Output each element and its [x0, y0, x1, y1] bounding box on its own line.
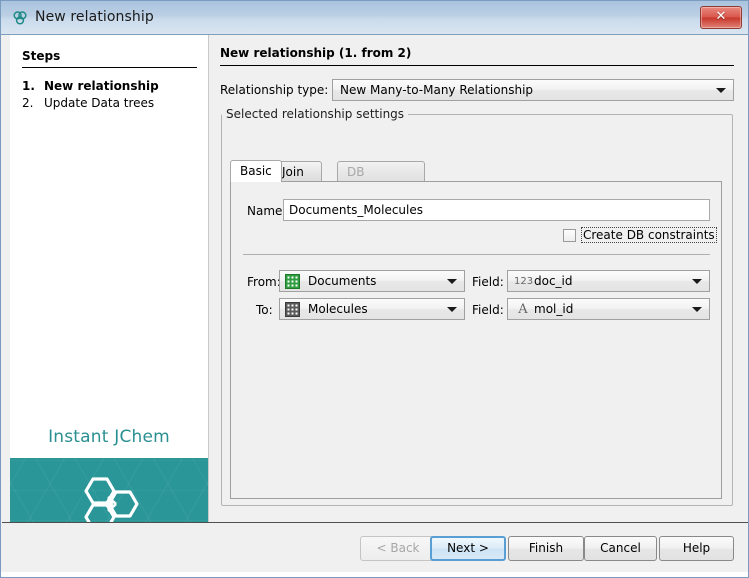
- title-bar: New relationship ✕: [1, 1, 749, 35]
- page-title-divider: [220, 65, 734, 66]
- from-table-select[interactable]: Documents: [279, 270, 465, 292]
- chevron-down-icon: [716, 88, 726, 93]
- close-icon: ✕: [701, 9, 741, 24]
- to-field-label: Field:: [472, 303, 504, 317]
- help-button[interactable]: Help: [659, 536, 734, 561]
- to-field-select[interactable]: A mol_id: [507, 298, 710, 320]
- sidebar-step-new-relationship[interactable]: 1.New relationship: [22, 79, 159, 93]
- step-number: 2.: [22, 96, 44, 110]
- dialog-content: Steps 1.New relationship 2.Update Data t…: [2, 35, 749, 522]
- from-table-value: Documents: [308, 274, 376, 288]
- from-field-label: Field:: [472, 275, 504, 289]
- window-title: New relationship: [35, 9, 154, 25]
- to-label: To:: [256, 303, 273, 317]
- steps-heading: Steps: [22, 49, 60, 63]
- steps-sidebar: Steps 1.New relationship 2.Update Data t…: [10, 35, 209, 522]
- to-table-select[interactable]: Molecules: [279, 298, 465, 320]
- to-table-value: Molecules: [308, 302, 368, 316]
- cancel-button[interactable]: Cancel: [584, 536, 657, 561]
- text-type-icon: A: [514, 302, 532, 317]
- chevron-down-icon: [692, 279, 702, 284]
- brand-name: Instant JChem: [10, 427, 208, 447]
- new-relationship-dialog: New relationship ✕ Steps 1.New relations…: [0, 0, 749, 578]
- from-field-select[interactable]: 123 doc_id: [507, 270, 710, 292]
- step-number: 1.: [22, 79, 44, 93]
- button-bar: < Back Next > Finish Cancel Help: [2, 522, 749, 578]
- create-db-constraints-checkbox[interactable]: [563, 229, 576, 242]
- step-label: Update Data trees: [44, 96, 154, 110]
- step-label: New relationship: [44, 79, 159, 93]
- steps-divider: [22, 67, 197, 68]
- create-db-constraints-label: Create DB constraints: [581, 227, 717, 243]
- name-label: Name:: [247, 204, 286, 218]
- name-input-value: Documents_Molecules: [289, 203, 423, 217]
- sidebar-step-update-data-trees[interactable]: 2.Update Data trees: [22, 96, 154, 110]
- relationship-type-select[interactable]: New Many-to-Many Relationship: [332, 79, 734, 101]
- from-label: From:: [247, 275, 281, 289]
- chevron-down-icon: [692, 307, 702, 312]
- table-icon-gray: [285, 302, 300, 317]
- close-button[interactable]: ✕: [700, 6, 742, 29]
- page-title: New relationship (1. from 2): [220, 46, 411, 60]
- back-button: < Back: [360, 536, 436, 561]
- relationship-type-value: New Many-to-Many Relationship: [340, 83, 533, 97]
- tab-db-constraints: DB Constraints: [337, 161, 425, 182]
- molecule-icon: [12, 10, 28, 26]
- chevron-down-icon: [447, 279, 457, 284]
- name-input[interactable]: Documents_Molecules: [283, 199, 710, 221]
- to-field-value: mol_id: [534, 302, 573, 316]
- finish-button[interactable]: Finish: [508, 536, 584, 561]
- footer-strip: [1, 572, 749, 577]
- chevron-down-icon: [447, 307, 457, 312]
- next-button[interactable]: Next >: [430, 536, 506, 561]
- group-title: Selected relationship settings: [222, 107, 408, 121]
- relationship-type-label: Relationship type:: [220, 83, 328, 97]
- numeric-type-icon: 123: [514, 274, 532, 290]
- from-field-value: doc_id: [534, 274, 573, 288]
- tab-basic[interactable]: Basic: [230, 160, 282, 182]
- table-icon-green: [285, 274, 300, 289]
- section-divider: [243, 254, 710, 255]
